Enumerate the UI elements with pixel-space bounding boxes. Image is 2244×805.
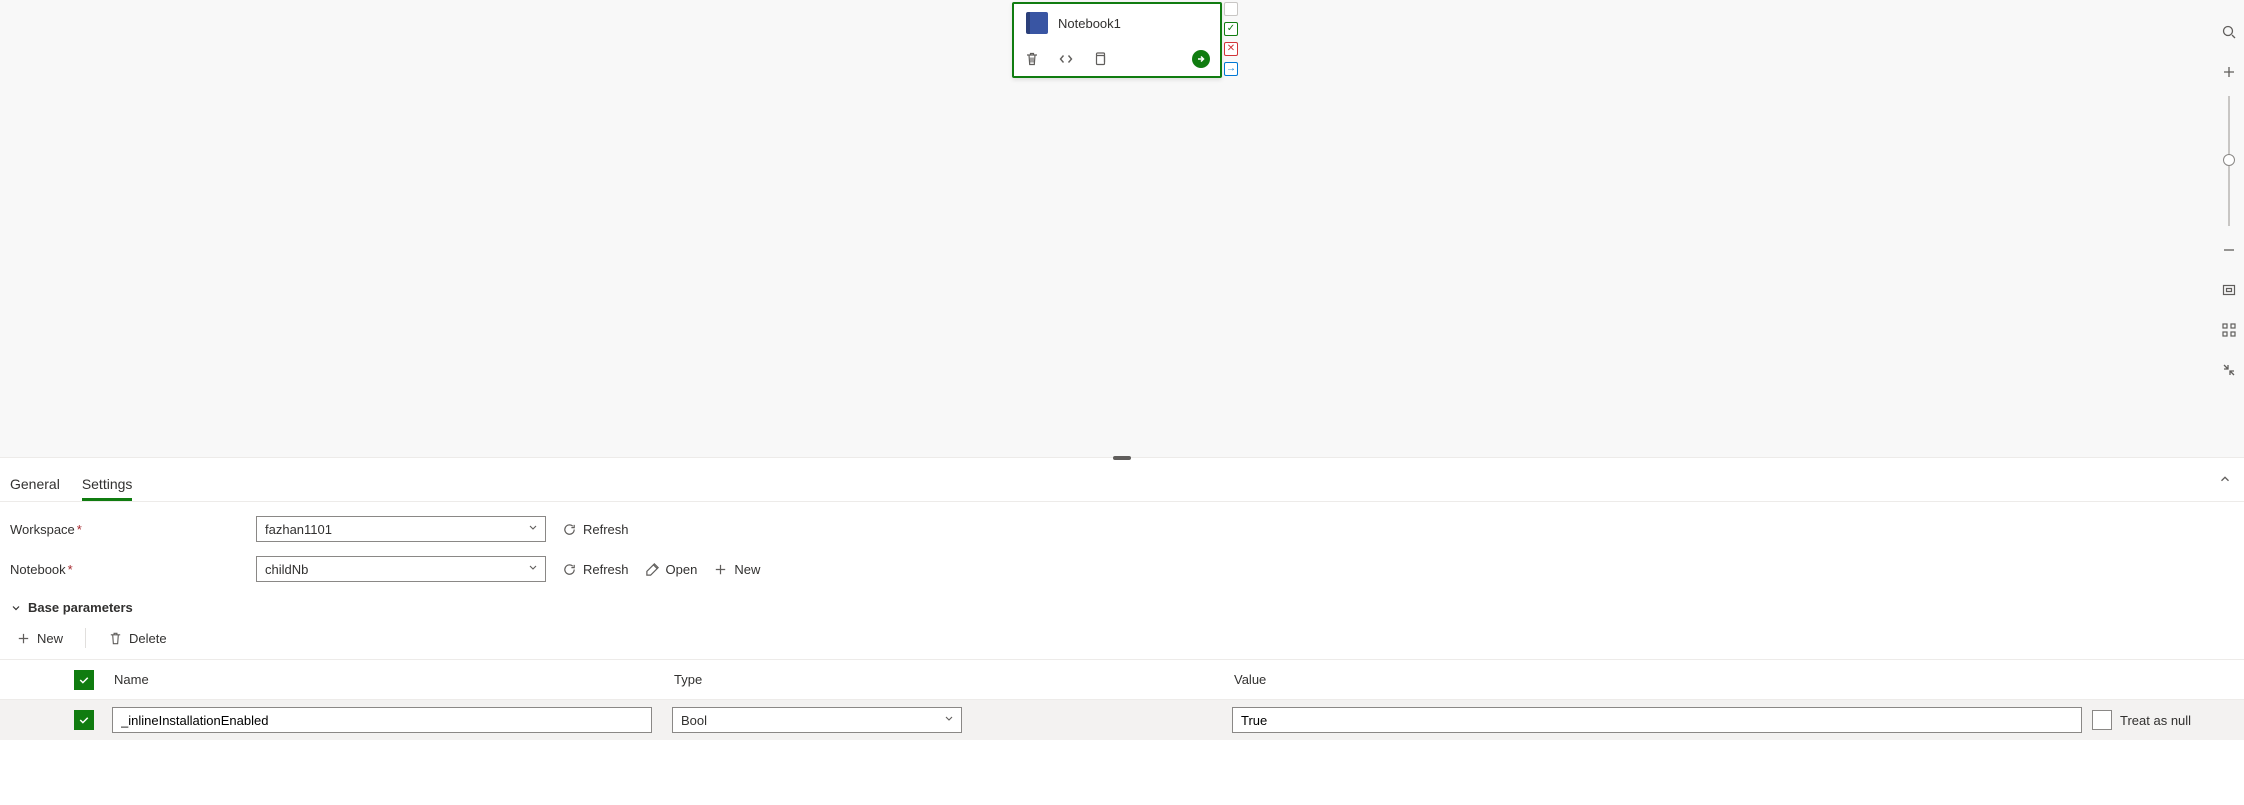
notebook-open-button[interactable]: Open bbox=[645, 562, 698, 577]
refresh-label: Refresh bbox=[583, 522, 629, 537]
panel-collapse-icon[interactable] bbox=[2218, 472, 2232, 489]
workspace-refresh-button[interactable]: Refresh bbox=[562, 522, 629, 537]
status-column: ✓ ✕ → bbox=[1224, 2, 1240, 76]
new-label: New bbox=[734, 562, 760, 577]
zoom-thumb[interactable] bbox=[2223, 154, 2235, 166]
params-grid: Name Type Value Bool bbox=[0, 659, 2244, 740]
param-value-input[interactable] bbox=[1232, 707, 2082, 733]
param-delete-button[interactable]: Delete bbox=[108, 631, 167, 646]
col-value: Value bbox=[1232, 672, 2092, 687]
refresh-label: Refresh bbox=[583, 562, 629, 577]
row-checkbox[interactable] bbox=[74, 710, 94, 730]
tab-settings[interactable]: Settings bbox=[82, 470, 133, 501]
properties-panel: General Settings Workspace* fazhan1101 R… bbox=[0, 460, 2244, 805]
notebook-new-button[interactable]: New bbox=[713, 562, 760, 577]
activity-node-wrap: Notebook1 bbox=[1012, 2, 1232, 78]
fit-icon[interactable] bbox=[2214, 270, 2244, 310]
chevron-down-icon bbox=[10, 602, 22, 614]
chevron-down-icon bbox=[527, 522, 539, 537]
col-name: Name bbox=[112, 672, 672, 687]
treat-as-null[interactable]: Treat as null bbox=[2092, 710, 2232, 730]
layout-icon[interactable] bbox=[2214, 310, 2244, 350]
code-icon[interactable] bbox=[1058, 51, 1074, 67]
grid-header: Name Type Value bbox=[0, 660, 2244, 700]
delete-icon[interactable] bbox=[1024, 51, 1040, 67]
run-icon[interactable] bbox=[1192, 50, 1210, 68]
chevron-down-icon bbox=[527, 562, 539, 577]
copy-icon[interactable] bbox=[1092, 51, 1108, 67]
panel-tabs: General Settings bbox=[0, 460, 2244, 502]
activity-header: Notebook1 bbox=[1014, 4, 1220, 44]
zoom-in-icon[interactable] bbox=[2214, 52, 2244, 92]
zoom-slider[interactable] bbox=[2228, 96, 2230, 226]
tab-general[interactable]: General bbox=[10, 470, 60, 501]
notebook-icon bbox=[1026, 12, 1048, 34]
workspace-label: Workspace* bbox=[10, 522, 240, 537]
notebook-value: childNb bbox=[265, 562, 308, 577]
pipeline-canvas[interactable]: Notebook1 bbox=[0, 0, 2244, 458]
param-new-label: New bbox=[37, 631, 63, 646]
search-icon[interactable] bbox=[2214, 12, 2244, 52]
param-new-button[interactable]: New bbox=[16, 631, 63, 646]
param-type-select[interactable]: Bool bbox=[672, 707, 962, 733]
activity-toolbar bbox=[1014, 44, 1220, 76]
workspace-select[interactable]: fazhan1101 bbox=[256, 516, 546, 542]
base-params-header[interactable]: Base parameters bbox=[0, 592, 2244, 615]
notebook-select[interactable]: childNb bbox=[256, 556, 546, 582]
settings-form: Workspace* fazhan1101 Refresh Notebook* … bbox=[0, 502, 2244, 592]
notebook-refresh-button[interactable]: Refresh bbox=[562, 562, 629, 577]
zoom-out-icon[interactable] bbox=[2214, 230, 2244, 270]
activity-node[interactable]: Notebook1 bbox=[1012, 2, 1222, 78]
divider bbox=[85, 628, 86, 648]
status-success-icon[interactable]: ✓ bbox=[1224, 22, 1238, 36]
select-all-checkbox[interactable] bbox=[74, 670, 94, 690]
chevron-down-icon bbox=[943, 713, 955, 728]
params-toolbar: New Delete bbox=[0, 615, 2244, 659]
notebook-row: Notebook* childNb Refresh Open New bbox=[10, 556, 2234, 582]
param-row: Bool Treat as null bbox=[0, 700, 2244, 740]
workspace-label-text: Workspace bbox=[10, 522, 75, 537]
col-type: Type bbox=[672, 672, 1232, 687]
workspace-row: Workspace* fazhan1101 Refresh bbox=[10, 516, 2234, 542]
treat-as-null-checkbox[interactable] bbox=[2092, 710, 2112, 730]
param-delete-label: Delete bbox=[129, 631, 167, 646]
base-params-label: Base parameters bbox=[28, 600, 133, 615]
workspace-value: fazhan1101 bbox=[265, 522, 332, 537]
open-label: Open bbox=[666, 562, 698, 577]
param-name-input[interactable] bbox=[112, 707, 652, 733]
activity-title: Notebook1 bbox=[1058, 16, 1121, 31]
canvas-toolbar bbox=[2214, 12, 2244, 390]
collapse-icon[interactable] bbox=[2214, 350, 2244, 390]
treat-as-null-label: Treat as null bbox=[2120, 713, 2191, 728]
param-type-value: Bool bbox=[681, 713, 707, 728]
status-unknown-icon[interactable] bbox=[1224, 2, 1238, 16]
status-skip-icon[interactable]: → bbox=[1224, 62, 1238, 76]
status-fail-icon[interactable]: ✕ bbox=[1224, 42, 1238, 56]
notebook-label: Notebook* bbox=[10, 562, 240, 577]
notebook-label-text: Notebook bbox=[10, 562, 66, 577]
